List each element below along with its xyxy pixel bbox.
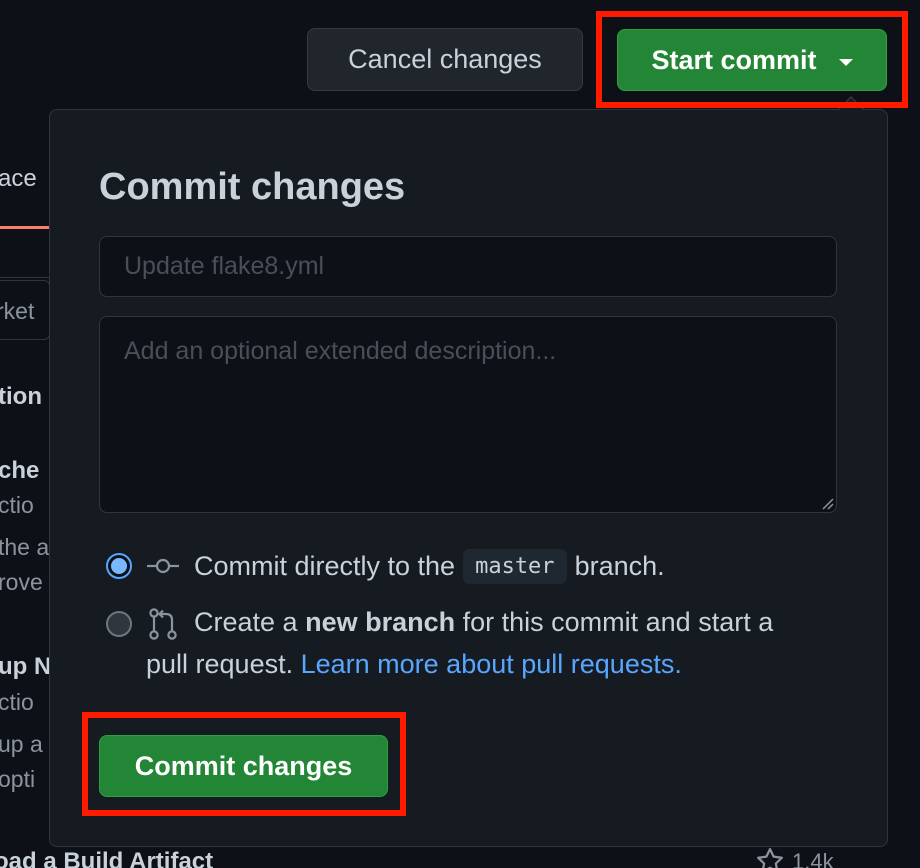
git-pull-request-icon <box>149 608 177 640</box>
bg-item-desc-2: rove <box>0 569 43 595</box>
bg-item-desc-4: opti <box>0 766 36 792</box>
learn-more-pull-requests-link[interactable]: Learn more about pull requests. <box>301 649 682 679</box>
commit-description-textarea[interactable] <box>99 316 837 513</box>
bg-tab-underline <box>0 226 50 229</box>
star-icon <box>757 848 783 868</box>
branch-name-badge: master <box>463 549 567 584</box>
dialog-title: Commit changes <box>99 166 406 208</box>
start-commit-button[interactable]: Start commit <box>617 29 887 91</box>
bg-item-title-2: up N <box>0 653 50 680</box>
resize-grip-icon[interactable] <box>818 494 834 510</box>
commit-summary-input[interactable] <box>99 236 837 297</box>
new-branch-suffix: for this commit and start a <box>462 607 774 637</box>
background-sidebar: ace rket tion che ctio the a rove up N c… <box>0 125 50 868</box>
cancel-changes-label: Cancel changes <box>348 44 542 74</box>
commit-changes-label: Commit changes <box>134 750 353 781</box>
bg-item-title: che <box>0 457 40 484</box>
new-branch-label-line2: pull request. Learn more about pull requ… <box>146 649 682 680</box>
bg-item-desc-3: up a <box>0 731 43 757</box>
commit-direct-radio[interactable] <box>106 553 132 579</box>
caret-down-icon <box>838 58 853 66</box>
bg-section-heading: tion <box>0 383 42 410</box>
git-commit-icon <box>147 558 179 574</box>
new-branch-prefix: Create a <box>194 607 298 637</box>
new-branch-label-line1: Create a new branch for this commit and … <box>194 607 773 638</box>
commit-changes-button[interactable]: Commit changes <box>99 735 388 797</box>
commit-direct-label: Commit directly to the master branch. <box>194 549 665 584</box>
bg-tab-label: ace <box>0 165 37 192</box>
bg-star-count: 1.4k <box>792 849 834 868</box>
new-branch-radio[interactable] <box>106 611 132 637</box>
commit-direct-suffix: branch. <box>574 551 665 581</box>
bg-item-author-2: ctio <box>0 689 34 715</box>
cancel-changes-button[interactable]: Cancel changes <box>307 28 583 91</box>
bg-search-text: rket <box>0 298 35 324</box>
commit-direct-prefix: Commit directly to the <box>194 551 456 581</box>
new-branch-bold: new branch <box>305 607 456 637</box>
dialog-pointer-fill <box>839 98 863 110</box>
bg-item-author: ctio <box>0 492 34 518</box>
bg-bottom-item-title: oad a Build Artifact <box>0 848 214 868</box>
pull-request-text: pull request. <box>146 649 294 679</box>
bg-item-desc: the a <box>0 534 50 560</box>
bg-divider <box>0 277 50 278</box>
start-commit-label: Start commit <box>651 44 817 75</box>
